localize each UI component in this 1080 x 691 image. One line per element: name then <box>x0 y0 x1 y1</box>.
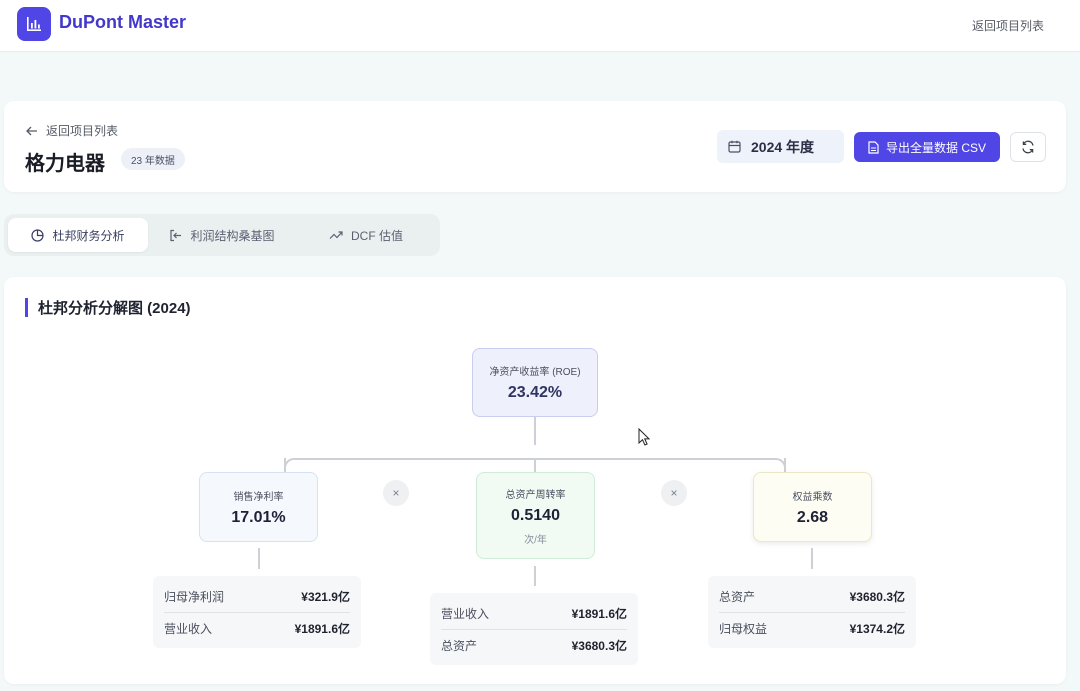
connector-line <box>811 548 813 569</box>
tab-sankey[interactable]: 利润结构桑基图 <box>152 218 292 252</box>
top-bar: DuPont Master 返回项目列表 <box>0 0 1080 52</box>
export-csv-label: 导出全量数据 CSV <box>885 140 986 155</box>
detail-value: ¥1374.2亿 <box>849 622 905 636</box>
detail-row: 归母净利润 ¥321.9亿 <box>164 580 350 612</box>
data-years-badge: 23 年数据 <box>121 148 185 170</box>
tab-dupont-label: 杜邦财务分析 <box>52 228 125 243</box>
asset-turnover-label: 总资产周转率 <box>505 489 566 501</box>
connector-bracket <box>284 458 786 472</box>
detail-value: ¥3680.3亿 <box>849 589 905 604</box>
detail-value: ¥3680.3亿 <box>571 639 627 653</box>
section-title: 杜邦分析分解图 (2024) <box>25 298 191 317</box>
detail-value: ¥1891.6亿 <box>294 622 350 636</box>
project-header: 返回项目列表 格力电器 23 年数据 2024 年度 导出全量数据 CSV <box>4 101 1066 192</box>
export-csv-button[interactable]: 导出全量数据 CSV <box>854 132 1000 162</box>
net-margin-node: 销售净利率 17.01% <box>199 472 318 542</box>
asset-turnover-unit: 次/年 <box>524 534 547 546</box>
detail-row: 归母权益 ¥1374.2亿 <box>719 612 905 644</box>
asset-turnover-node: 总资产周转率 0.5140 次/年 <box>476 472 595 559</box>
tab-dcf-label: DCF 估值 <box>351 228 403 243</box>
roe-node: 净资产收益率 (ROE) 23.42% <box>472 348 598 417</box>
connector-line <box>258 548 260 569</box>
detail-label: 归母权益 <box>719 622 768 636</box>
year-value: 2024 年度 <box>751 138 815 155</box>
detail-label: 总资产 <box>441 639 478 653</box>
equity-multiplier-node: 权益乘数 2.68 <box>753 472 872 542</box>
trending-up-icon <box>329 231 343 239</box>
detail-row: 营业收入 ¥1891.6亿 <box>441 597 627 629</box>
detail-row: 总资产 ¥3680.3亿 <box>441 629 627 661</box>
equity-multiplier-details: 总资产 ¥3680.3亿 归母权益 ¥1374.2亿 <box>708 576 916 648</box>
detail-value: ¥1891.6亿 <box>571 606 627 621</box>
file-icon <box>868 140 879 154</box>
tab-dupont[interactable]: 杜邦财务分析 <box>8 218 148 252</box>
back-link[interactable]: 返回项目列表 <box>26 122 118 139</box>
detail-label: 营业收入 <box>441 606 490 621</box>
multiply-icon: × <box>661 480 687 506</box>
mouse-cursor-icon <box>638 428 650 446</box>
calendar-icon <box>728 140 741 153</box>
year-selector[interactable]: 2024 年度 <box>717 130 844 163</box>
dupont-card: 杜邦分析分解图 (2024) 净资产收益率 (ROE) 23.42% 销售净利率… <box>4 277 1066 684</box>
refresh-icon <box>1022 140 1034 154</box>
detail-label: 归母净利润 <box>164 589 225 604</box>
back-to-projects-link[interactable]: 返回项目列表 <box>972 17 1044 34</box>
net-margin-details: 归母净利润 ¥321.9亿 营业收入 ¥1891.6亿 <box>153 576 361 648</box>
net-margin-label: 销售净利率 <box>233 491 284 503</box>
asset-turnover-details: 营业收入 ¥1891.6亿 总资产 ¥3680.3亿 <box>430 593 638 665</box>
pie-chart-icon <box>31 228 45 242</box>
bar-chart-icon <box>27 17 41 31</box>
roe-value: 23.42% <box>507 384 563 401</box>
connector-line <box>534 417 536 445</box>
refresh-button[interactable] <box>1010 132 1046 162</box>
analysis-tabs: 杜邦财务分析 利润结构桑基图 DCF 估值 <box>4 214 440 256</box>
multiply-icon: × <box>383 480 409 506</box>
detail-row: 营业收入 ¥1891.6亿 <box>164 612 350 644</box>
detail-row: 总资产 ¥3680.3亿 <box>719 580 905 612</box>
equity-multiplier-value: 2.68 <box>796 508 829 526</box>
back-link-label: 返回项目列表 <box>46 124 119 138</box>
company-name: 格力电器 <box>25 153 105 175</box>
tab-dcf[interactable]: DCF 估值 <box>296 218 436 252</box>
logo[interactable] <box>17 7 51 41</box>
tab-sankey-label: 利润结构桑基图 <box>190 228 275 243</box>
equity-multiplier-label: 权益乘数 <box>792 491 833 503</box>
detail-label: 营业收入 <box>164 622 213 636</box>
sign-in-icon <box>170 229 182 241</box>
arrow-left-icon <box>26 126 37 135</box>
asset-turnover-value: 0.5140 <box>511 506 560 524</box>
net-margin-value: 17.01% <box>231 508 286 526</box>
roe-label: 净资产收益率 (ROE) <box>489 367 581 378</box>
connector-line <box>534 566 536 586</box>
detail-value: ¥321.9亿 <box>301 589 350 604</box>
detail-label: 总资产 <box>719 589 756 604</box>
app-name: DuPont Master <box>59 12 187 32</box>
